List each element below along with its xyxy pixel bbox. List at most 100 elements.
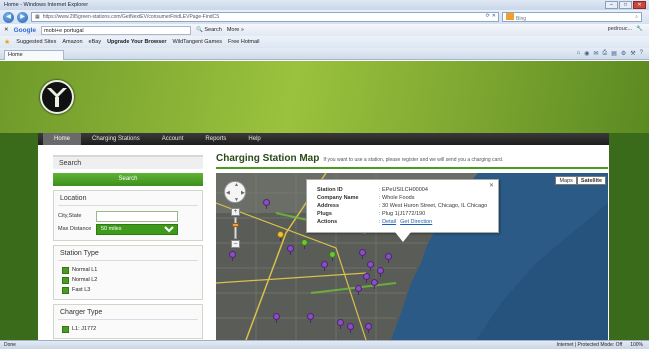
close-toolbar-icon[interactable]: ✕ [4,27,9,33]
search-icon[interactable]: ⌕ [635,14,638,20]
bing-search-box[interactable]: Bing ⌕ [502,12,642,22]
stop-icon[interactable]: ✕ [492,13,496,19]
pan-up-icon[interactable]: ▲ [234,182,239,188]
map-type-satellite[interactable]: Satellite [576,176,606,185]
tools-menu-icon[interactable]: ⚒ [630,50,635,57]
google-more-button[interactable]: More » [227,27,244,33]
search-button[interactable]: Search [53,173,203,186]
station-type-l2[interactable]: Normal L2 [62,275,198,285]
checkbox-icon[interactable] [62,276,69,284]
checkbox-icon[interactable] [62,325,69,333]
page-menu-icon[interactable]: ▤ [611,50,617,57]
zoom-slider[interactable] [232,217,239,239]
back-button[interactable]: ◀ [3,11,14,23]
wrench-icon[interactable]: 🔧 [636,26,643,32]
pan-down-icon[interactable]: ▼ [234,197,239,203]
web-page: Home Charging Stations Account Reports H… [0,61,649,340]
bing-icon [506,12,514,20]
safety-menu-icon[interactable]: ⚙ [621,50,626,57]
station-map[interactable]: ▲ ◀ ▶ ▼ + – Maps Satellite ✕ Station ID … [216,173,608,340]
station-marker[interactable] [354,285,362,295]
station-marker[interactable] [364,323,372,333]
station-type-l3[interactable]: Fast L3 [62,285,198,295]
google-signin[interactable]: pedrouc... [608,26,632,32]
google-search-button[interactable]: 🔍 Search [196,27,222,33]
favorites-star-icon[interactable]: ★ [4,38,10,46]
station-marker[interactable] [320,261,328,271]
station-marker[interactable] [300,239,308,249]
address-bar[interactable]: ▦ https://www.295green-stations.com/GetN… [31,12,499,22]
address-url: https://www.295green-stations.com/GetNex… [42,14,220,20]
home-icon[interactable]: ⌂ [576,50,580,57]
charger-type-j1772[interactable]: L1: J1772 [62,324,198,334]
plugs-value: : Plug 1(J1772/190 [379,211,426,217]
station-marker[interactable] [358,249,366,259]
nav-help[interactable]: Help [237,133,271,145]
get-direction-link[interactable]: Get Direction [400,219,432,225]
nav-reports[interactable]: Reports [194,133,237,145]
pan-control[interactable]: ▲ ◀ ▶ ▼ [224,181,246,203]
bing-label: Bing [516,15,527,22]
mail-icon[interactable]: ✉ [593,50,598,57]
station-marker[interactable] [384,253,392,263]
map-type-maps[interactable]: Maps [555,176,577,185]
zoom-in-button[interactable]: + [231,208,240,216]
distance-select[interactable]: 50 miles [96,223,178,235]
station-marker[interactable] [362,273,370,283]
search-heading: Search [53,155,203,169]
detail-link[interactable]: Detail [382,219,396,225]
location-heading: Location [58,191,198,206]
nav-home[interactable]: Home [43,133,82,145]
station-marker[interactable] [328,251,336,261]
refresh-icon[interactable]: ⟳ [486,13,490,19]
station-marker[interactable] [228,251,236,261]
station-marker[interactable] [336,319,344,329]
map-section: Charging Station Map If you want to use a… [216,153,608,340]
location-box: Location City,State Max Distance 50 mile… [53,190,203,241]
city-input[interactable] [96,210,178,222]
window-controls: – □ ✕ [605,1,646,9]
station-type-box: Station Type Normal L1 Normal L2 Fast L3 [53,245,203,300]
security-zone[interactable]: Internet | Protected Mode: Off [557,342,623,348]
pan-left-icon[interactable]: ◀ [226,190,230,196]
zoom-out-button[interactable]: – [231,240,240,248]
minimize-button[interactable]: – [605,1,618,9]
station-marker[interactable] [366,261,374,271]
plugs-label: Plugs [317,211,332,217]
station-marker[interactable] [286,245,294,255]
station-marker[interactable] [306,313,314,323]
station-type-l1[interactable]: Normal L1 [62,265,198,275]
favorite-link[interactable]: WildTangent Games [172,39,222,45]
favorite-link[interactable]: Amazon [62,39,82,45]
address-value: : 30 West Huron Street, Chicago, IL Chic… [379,203,488,209]
zoom-handle[interactable] [232,223,239,227]
station-marker[interactable] [272,313,280,323]
maximize-button[interactable]: □ [619,1,632,9]
station-marker[interactable] [346,323,354,333]
checkbox-icon[interactable] [62,286,69,294]
favorite-link[interactable]: Free Hotmail [228,39,259,45]
favorite-link[interactable]: Suggested Sites [16,39,56,45]
station-marker[interactable] [276,231,284,241]
forward-button[interactable]: ▶ [17,11,28,23]
nav-account[interactable]: Account [151,133,195,145]
station-marker[interactable] [370,279,378,289]
print-icon[interactable]: ⎙ [602,50,607,57]
feeds-icon[interactable]: ◉ [584,50,589,57]
tab-home[interactable]: Home [4,50,64,60]
station-id-label: Station ID [317,187,343,193]
close-window-button[interactable]: ✕ [633,1,646,9]
pan-right-icon[interactable]: ▶ [241,190,245,196]
station-marker[interactable] [376,267,384,277]
favorite-link[interactable]: eBay [89,39,102,45]
station-marker[interactable] [262,199,270,209]
zoom-level[interactable]: 100% [630,342,643,348]
site-logo[interactable] [40,80,74,114]
nav-charging-stations[interactable]: Charging Stations [81,133,151,145]
charger-type-heading: Charger Type [58,305,198,320]
help-icon[interactable]: ? [640,50,643,57]
checkbox-icon[interactable] [62,266,69,274]
google-search-input[interactable]: mobi+e portugal [41,25,191,35]
favorite-link[interactable]: Upgrade Your Browser [107,39,166,45]
info-close-icon[interactable]: ✕ [489,182,494,189]
